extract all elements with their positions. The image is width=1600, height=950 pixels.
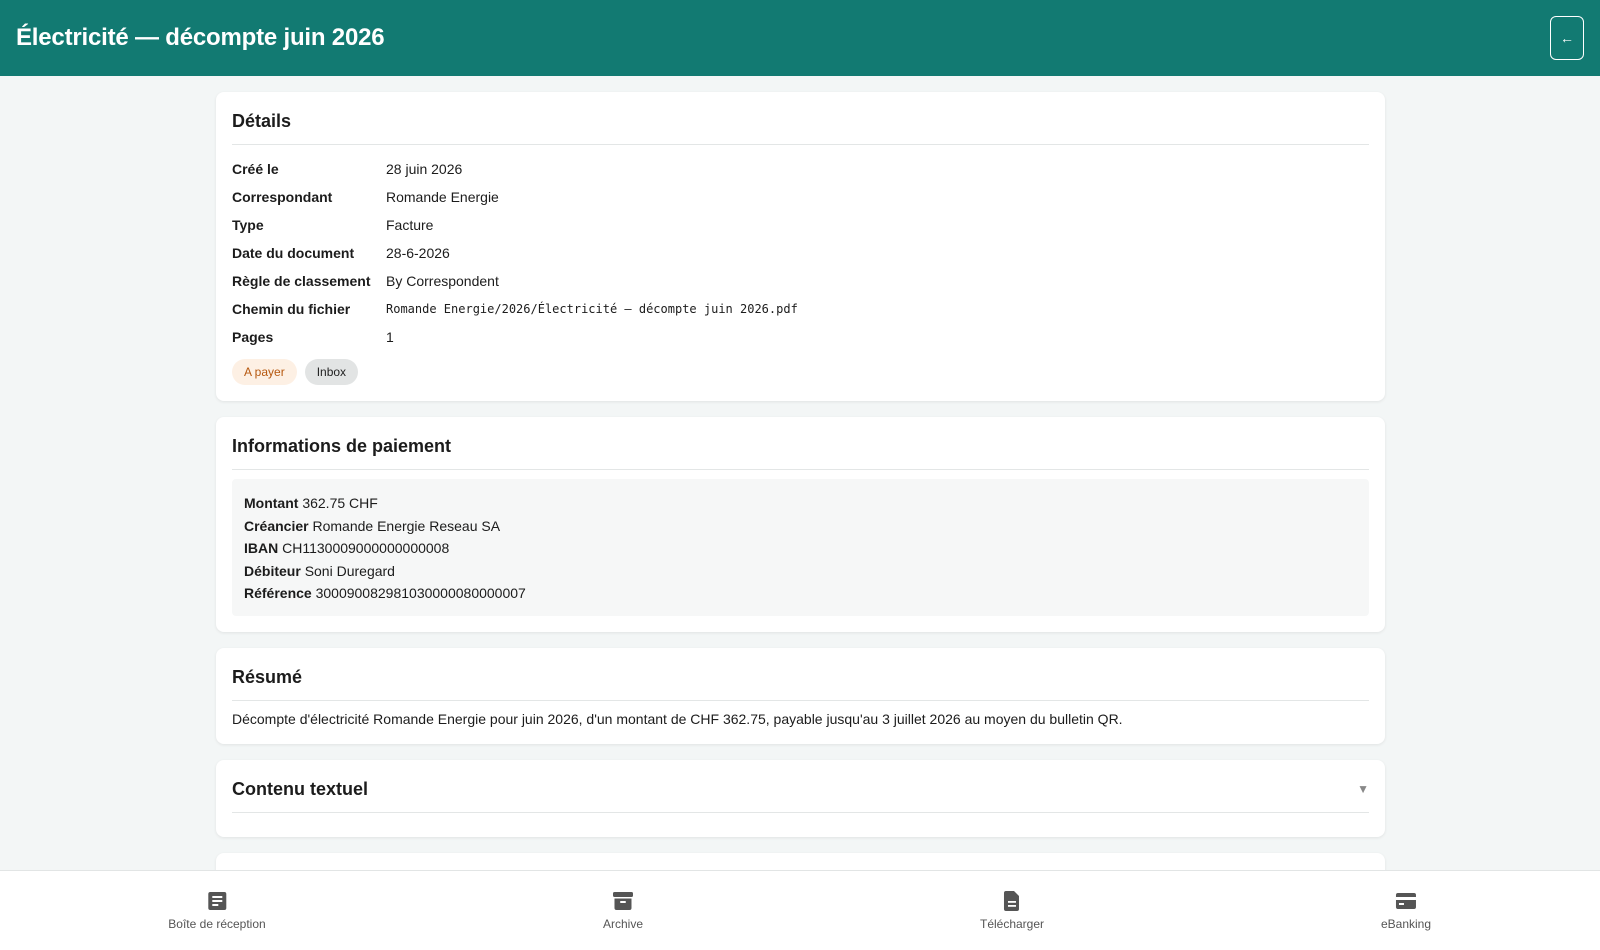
nav-download[interactable]: Télécharger [980,889,1044,931]
file-path-label: Chemin du fichier [232,301,351,317]
payment-iban-row: IBAN CH1130009000000000008 [244,537,1357,560]
correspondent-value: Romande Energie [386,189,499,205]
bottom-nav: Boîte de réception Archive Télécharger e… [0,870,1600,950]
iban-label: IBAN [244,540,279,556]
payment-title: Informations de paiement [232,417,1369,470]
reference-value: 300090082981030000080000007 [315,585,526,601]
main-content: Détails Créé le 28 juin 2026 Corresponda… [216,92,1385,893]
chevron-down-icon[interactable]: ▼ [1357,782,1369,796]
inbox-icon [208,892,226,910]
file-path-value: Romande Energie/2026/Électricité — décom… [386,302,798,316]
details-title: Détails [232,92,1369,145]
payment-info-box: Montant 362.75 CHF Créancier Romande Ene… [232,479,1369,616]
text-content-title: Contenu textuel [232,778,369,799]
text-content-card[interactable]: Contenu textuel ▼ [216,759,1385,837]
reference-label: Référence [244,585,312,601]
document-date-value: 28-6-2026 [386,245,450,261]
archive-icon [612,892,633,910]
summary-text: Décompte d'électricité Romande Energie p… [232,710,1123,727]
page-title: Électricité — décompte juin 2026 [16,24,385,51]
payment-debtor-row: Débiteur Soni Duregard [244,560,1357,583]
payment-creditor-row: Créancier Romande Energie Reseau SA [244,515,1357,538]
filing-rule-label: Règle de classement [232,273,371,289]
pages-label: Pages [232,329,274,345]
nav-archive-label: Archive [602,917,644,931]
nav-ebanking[interactable]: eBanking [1381,889,1431,931]
back-button[interactable]: ← [1550,16,1584,60]
summary-card: Résumé Décompte d'électricité Romande En… [216,647,1385,744]
amount-label: Montant [244,495,299,511]
tag-inbox[interactable]: Inbox [304,359,359,385]
debtor-label: Débiteur [244,562,301,579]
payment-amount-row: Montant 362.75 CHF [244,492,1357,515]
credit-card-icon [1395,893,1416,909]
payment-card: Informations de paiement Montant 362.75 … [216,417,1385,632]
nav-inbox[interactable]: Boîte de réception [168,889,266,931]
creditor-value: Romande Energie Reseau SA [312,517,501,534]
type-label: Type [232,217,264,233]
summary-title: Résumé [232,648,1369,701]
nav-inbox-label: Boîte de réception [168,917,266,931]
created-label: Créé le [232,161,279,177]
nav-ebanking-label: eBanking [1380,917,1432,931]
tag-a-payer[interactable]: A payer [232,359,297,385]
details-list: Créé le 28 juin 2026 Correspondant Roman… [232,145,1369,351]
nav-download-label: Télécharger [979,917,1045,931]
header-bar: Électricité — décompte juin 2026 ← [0,0,1600,76]
correspondent-label: Correspondant [232,189,333,205]
document-date-label: Date du document [232,245,355,261]
iban-value: CH1130009000000000008 [282,540,450,556]
debtor-value: Soni Duregard [304,562,395,579]
document-icon [1004,891,1019,911]
tag-list: A payer Inbox [232,359,1369,385]
filing-rule-value: By Correspondent [386,273,499,289]
creditor-label: Créancier [244,517,309,534]
text-content-header[interactable]: Contenu textuel ▼ [232,760,1369,813]
amount-value: 362.75 CHF [302,495,378,511]
details-card: Détails Créé le 28 juin 2026 Corresponda… [216,92,1385,401]
type-value: Facture [386,217,434,233]
created-value: 28 juin 2026 [386,161,463,177]
payment-reference-row: Référence 300090082981030000080000007 [244,582,1357,605]
nav-archive[interactable]: Archive [603,889,643,931]
pages-value: 1 [386,329,394,345]
